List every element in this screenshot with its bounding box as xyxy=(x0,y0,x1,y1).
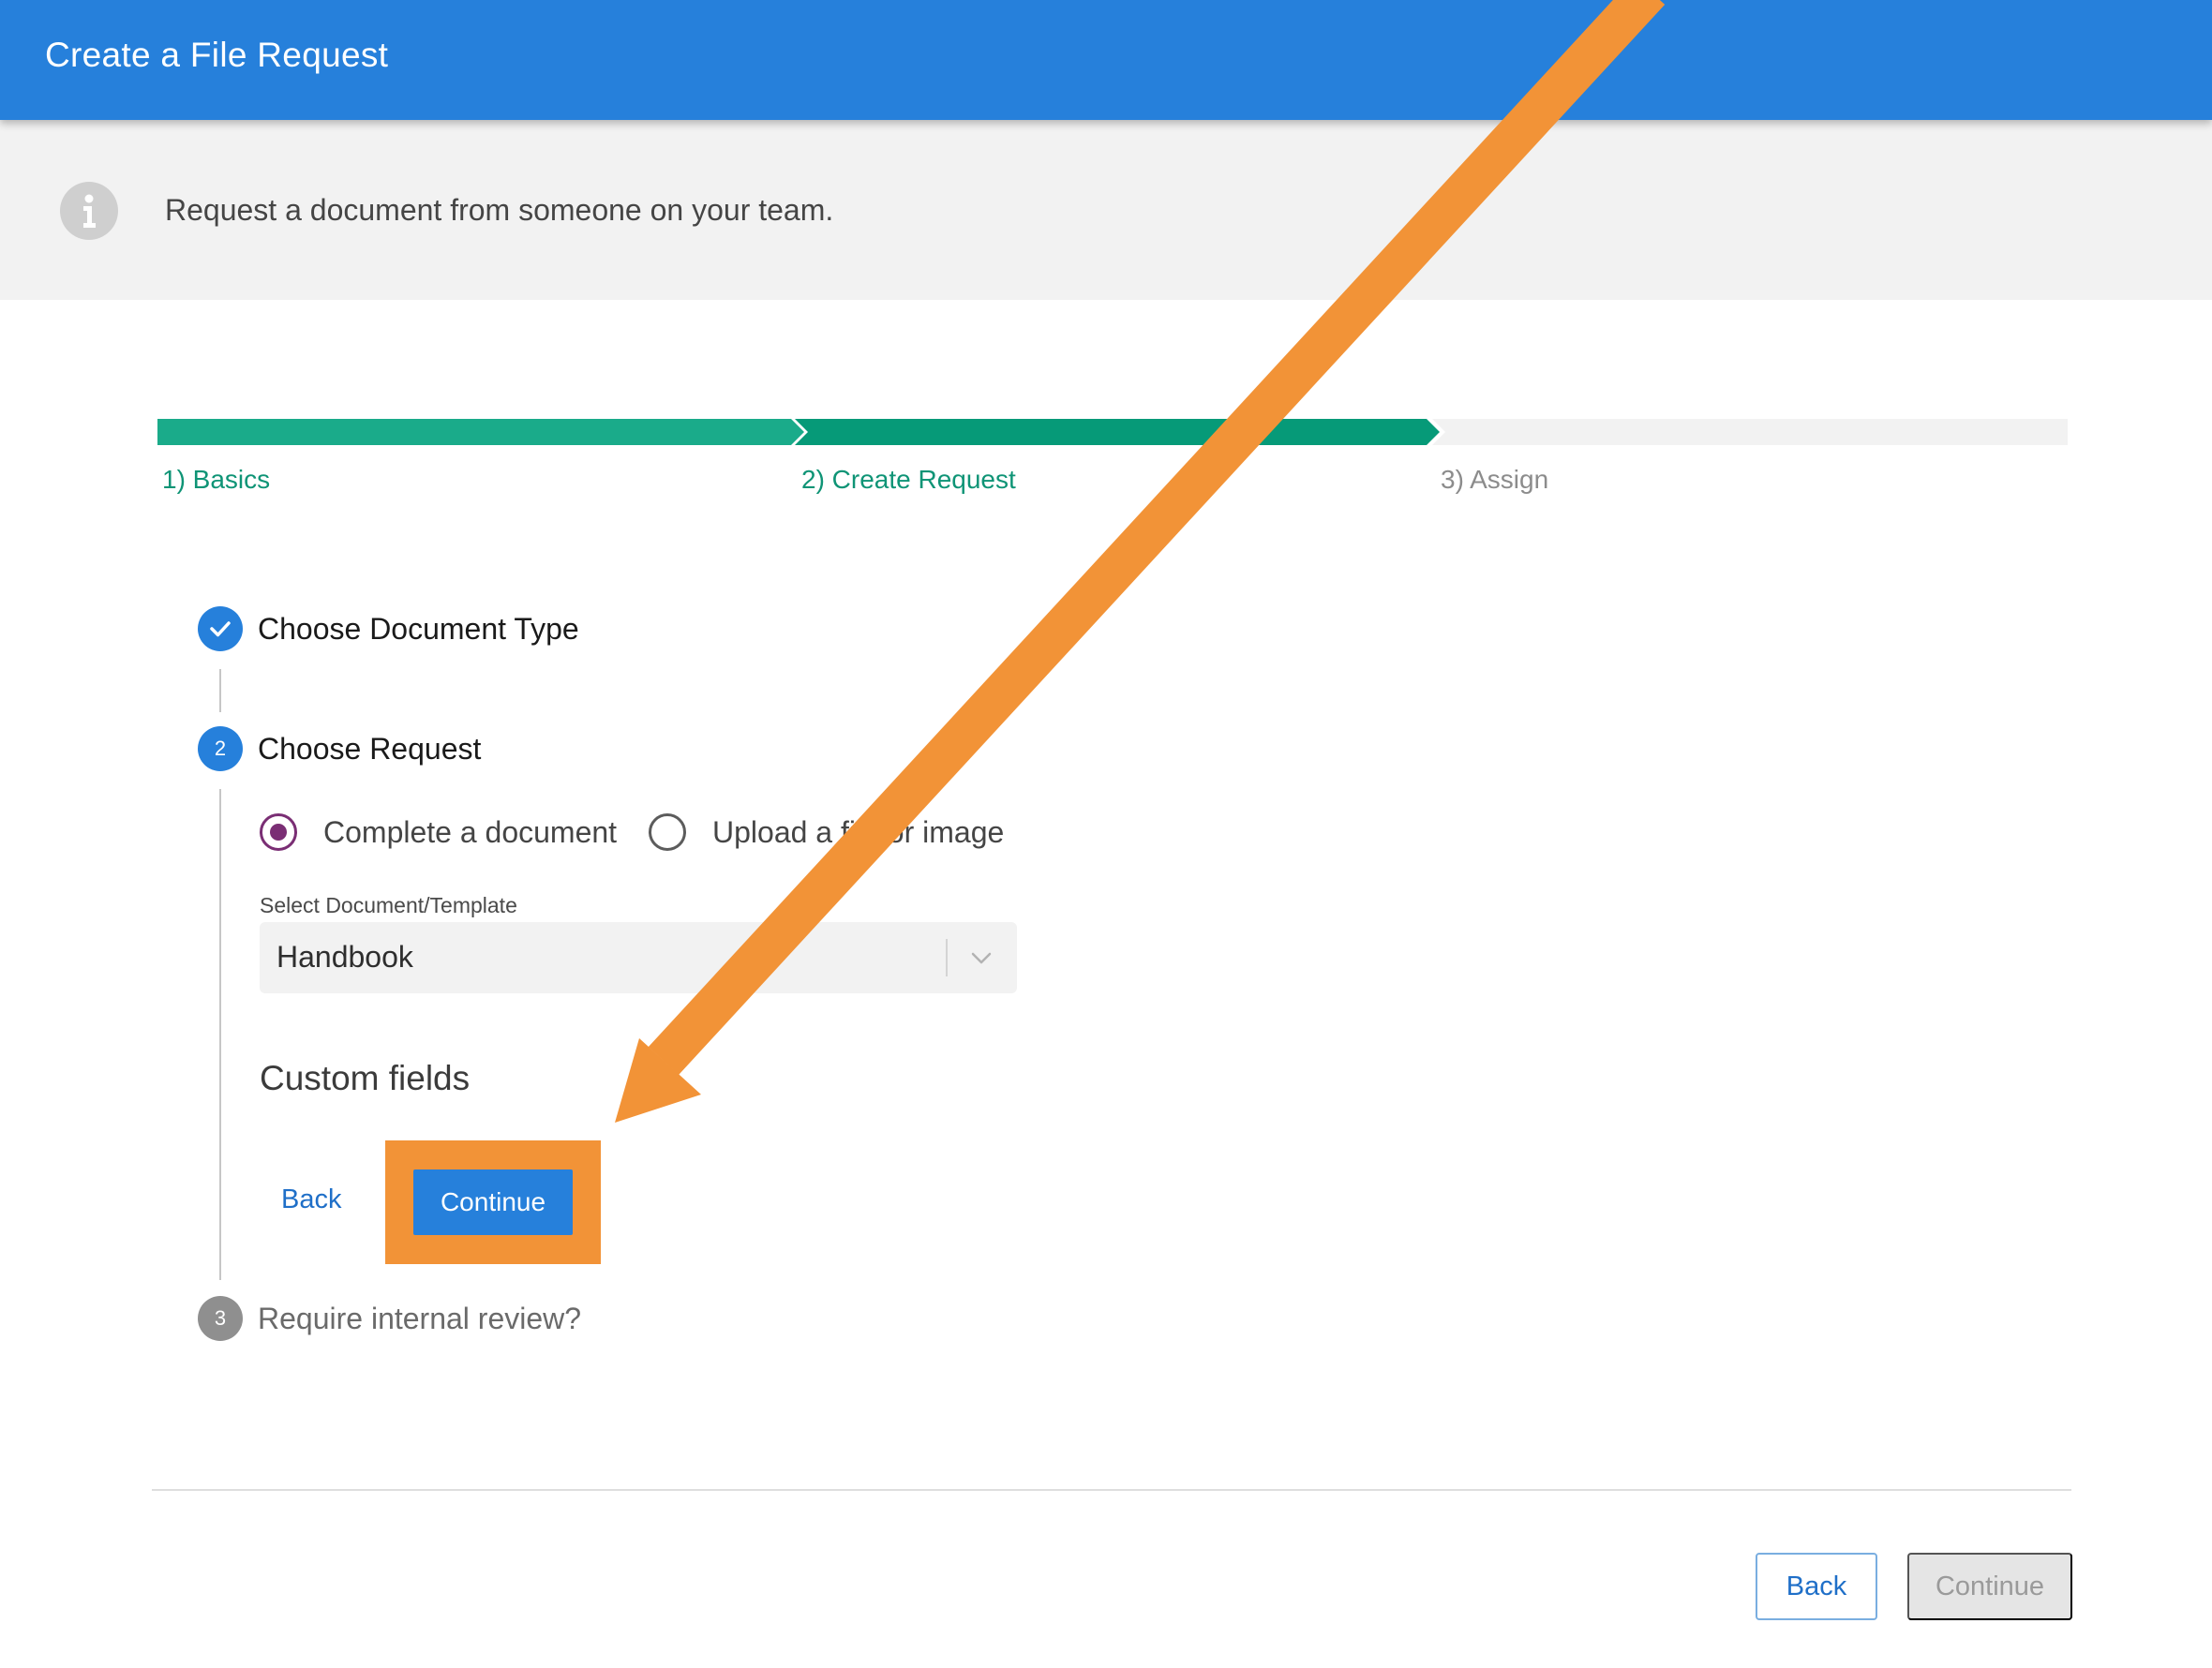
custom-fields-heading: Custom fields xyxy=(260,1059,471,1097)
radio-label-complete-document[interactable]: Complete a document xyxy=(323,815,617,850)
progress-label-assign: 3) Assign xyxy=(1441,465,1549,494)
step-title-choose-request: Choose Request xyxy=(258,732,482,766)
select-divider xyxy=(946,939,948,976)
chevron-down-icon[interactable] xyxy=(966,943,996,973)
step-number-badge: 3 xyxy=(198,1296,243,1341)
info-icon xyxy=(60,182,118,240)
step-number-badge: 2 xyxy=(198,726,243,771)
radio-complete-document[interactable] xyxy=(260,813,297,851)
page: Create a File Request Request a document… xyxy=(0,0,2212,1668)
progress-segment-basics xyxy=(157,419,804,445)
footer-divider xyxy=(152,1489,2071,1491)
select-value: Handbook xyxy=(276,940,413,974)
document-select-label: Select Document/Template xyxy=(260,893,517,917)
step-complete-badge xyxy=(198,606,243,651)
step-continue-button[interactable]: Continue xyxy=(413,1169,573,1235)
step-title-require-review[interactable]: Require internal review? xyxy=(258,1302,581,1336)
radio-upload-file[interactable] xyxy=(649,813,686,851)
check-icon xyxy=(210,621,231,637)
progress-segment-assign xyxy=(1432,419,2068,445)
step-back-button[interactable]: Back xyxy=(281,1184,341,1215)
page-title: Create a File Request xyxy=(45,36,389,74)
progress-segment-create-request xyxy=(795,419,1440,445)
stepper-connector xyxy=(219,669,221,712)
step-title-choose-document-type[interactable]: Choose Document Type xyxy=(258,612,579,647)
banner-message: Request a document from someone on your … xyxy=(165,193,834,227)
progress-label-basics[interactable]: 1) Basics xyxy=(162,465,270,495)
app-header: Create a File Request xyxy=(0,0,2212,120)
radio-label-upload-file[interactable]: Upload a file or image xyxy=(712,815,1004,850)
stepper-connector xyxy=(219,789,221,1280)
document-template-select[interactable]: Handbook xyxy=(260,922,1017,993)
footer-back-button[interactable]: Back xyxy=(1756,1553,1877,1620)
footer-continue-button[interactable]: Continue xyxy=(1907,1553,2072,1620)
progress-label-create-request: 2) Create Request xyxy=(801,465,1016,494)
